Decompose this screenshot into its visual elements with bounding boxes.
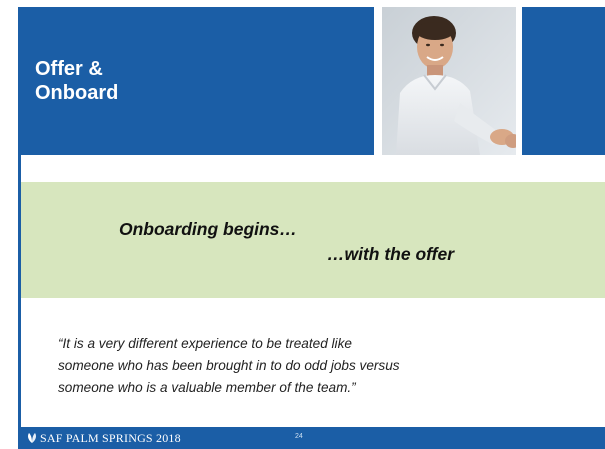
footer-bar: SAF PALM SPRINGS 2018 24 xyxy=(18,427,605,449)
page-number: 24 xyxy=(295,433,303,440)
footer-logo: SAF PALM SPRINGS 2018 xyxy=(26,430,181,446)
handshake-photo xyxy=(382,7,516,155)
band-line-1: Onboarding begins… xyxy=(119,219,297,239)
slide-title: Offer & Onboard xyxy=(35,58,119,104)
band-line-2: …with the offer xyxy=(327,244,455,264)
footer-brand-text: SAF PALM SPRINGS 2018 xyxy=(40,430,181,445)
highlight-band xyxy=(21,182,605,298)
quote-text: “It is a very different experience to be… xyxy=(58,336,400,395)
slide: Offer & Onboard Onboarding begins… …with… xyxy=(0,0,605,449)
leaf-emblem-icon xyxy=(28,433,36,443)
